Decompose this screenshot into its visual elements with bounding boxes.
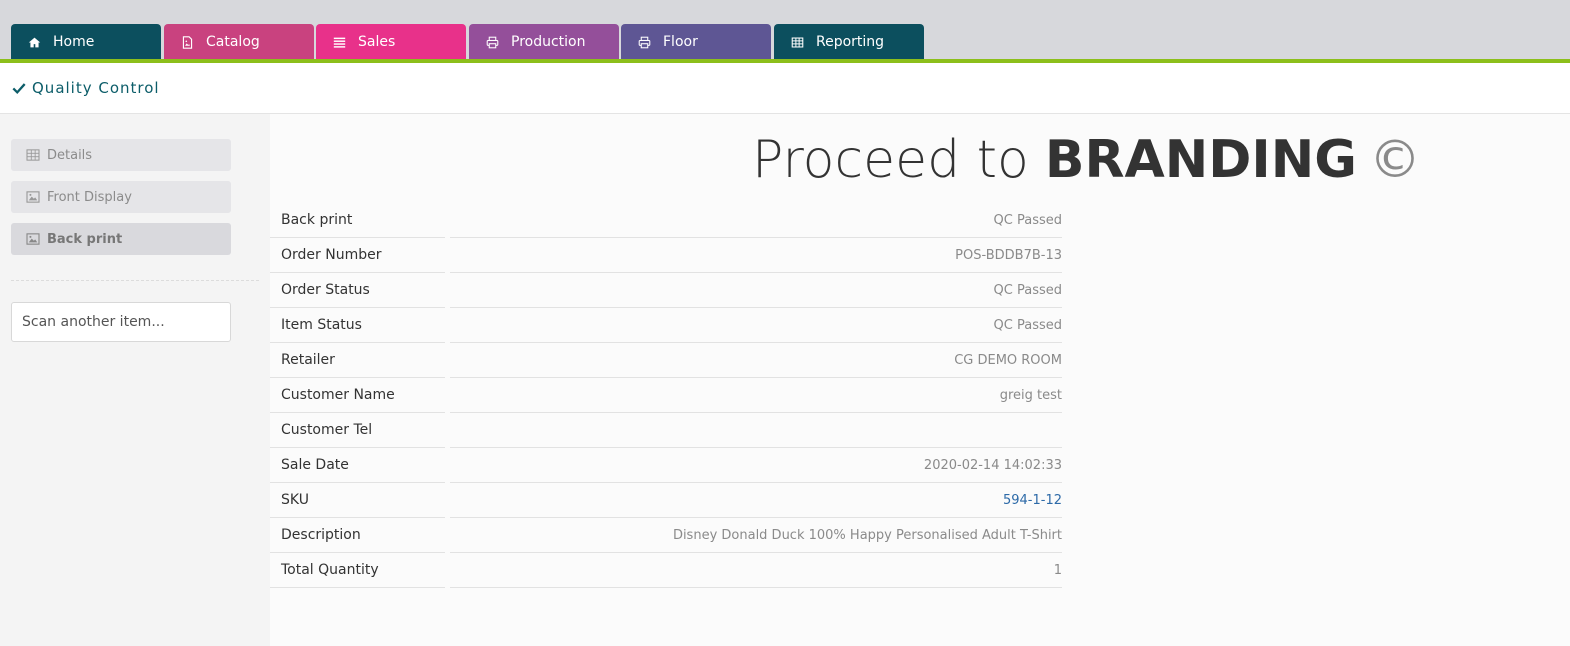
tab-label: Sales	[358, 34, 396, 50]
detail-row: Customer Name greig test	[270, 378, 1062, 413]
detail-row: Customer Tel	[270, 413, 1062, 448]
headline-prefix: Proceed to	[752, 130, 1029, 190]
details-button-label: Details	[47, 147, 93, 163]
tab-label: Floor	[663, 34, 698, 50]
detail-value: 2020-02-14 14:02:33	[923, 458, 1062, 473]
detail-label: Retailer	[281, 352, 335, 368]
list-icon	[332, 35, 346, 49]
table-icon	[26, 149, 40, 161]
back-print-button-label: Back print	[47, 231, 123, 247]
front-display-button[interactable]: Front Display	[11, 181, 231, 213]
tab-sales[interactable]: Sales	[316, 24, 466, 60]
tab-label: Production	[511, 34, 586, 50]
tab-label: Home	[53, 34, 95, 50]
detail-value: greig test	[999, 388, 1062, 403]
detail-value: QC Passed	[993, 213, 1062, 228]
detail-label: Back print	[281, 212, 353, 228]
tab-production[interactable]: Production	[469, 24, 619, 60]
detail-label: Customer Tel	[281, 422, 373, 438]
detail-value: POS-BDDB7B-13	[955, 248, 1062, 263]
image-icon	[26, 233, 40, 245]
top-nav-bar: Home Catalog Sales Production Floor Repo…	[0, 0, 1570, 60]
detail-label: Order Status	[281, 282, 370, 298]
detail-label: Description	[281, 527, 361, 543]
tab-reporting[interactable]: Reporting	[774, 24, 924, 60]
tab-label: Reporting	[816, 34, 885, 50]
check-icon	[12, 81, 26, 95]
detail-value: Disney Donald Duck 100% Happy Personalis…	[672, 528, 1062, 543]
detail-value: QC Passed	[993, 318, 1062, 333]
sidebar: Details Front Display Back print	[0, 114, 270, 646]
detail-row: Item Status QC Passed	[270, 308, 1062, 343]
row-divider	[270, 587, 445, 588]
detail-value: QC Passed	[993, 283, 1062, 298]
sidebar-divider	[11, 280, 259, 281]
detail-row: Back print QC Passed	[270, 203, 1062, 238]
page-header: Quality Control	[0, 63, 1570, 114]
scan-item-input[interactable]	[11, 302, 231, 342]
home-icon	[27, 35, 41, 49]
file-image-icon	[180, 35, 194, 49]
details-button[interactable]: Details	[11, 139, 231, 171]
detail-row: Retailer CG DEMO ROOM	[270, 343, 1062, 378]
detail-label: Total Quantity	[281, 562, 379, 578]
copyright-icon: ©	[1368, 130, 1421, 190]
tab-catalog[interactable]: Catalog	[164, 24, 314, 60]
detail-label: Item Status	[281, 317, 362, 333]
row-divider	[450, 587, 1062, 588]
image-icon	[26, 191, 40, 203]
detail-label: Order Number	[281, 247, 382, 263]
detail-row: Sale Date 2020-02-14 14:02:33	[270, 448, 1062, 483]
back-print-button[interactable]: Back print	[11, 223, 231, 255]
sku-link[interactable]: 594-1-12	[1003, 483, 1062, 518]
front-display-button-label: Front Display	[47, 189, 132, 205]
detail-label: Sale Date	[281, 457, 349, 473]
proceed-headline: Proceed to BRANDING ©	[752, 130, 1421, 190]
headline-destination: BRANDING	[1044, 130, 1357, 190]
tab-home[interactable]: Home	[11, 24, 161, 60]
tab-floor[interactable]: Floor	[621, 24, 771, 60]
main-content: Proceed to BRANDING © Back print QC Passe…	[270, 114, 1570, 646]
detail-label: SKU	[281, 492, 309, 508]
tab-label: Catalog	[206, 34, 260, 50]
detail-row: Total Quantity 1	[270, 553, 1062, 588]
detail-row: Description Disney Donald Duck 100% Happy…	[270, 518, 1062, 553]
detail-row: Order Number POS-BDDB7B-13	[270, 238, 1062, 273]
page-title: Quality Control	[32, 79, 160, 97]
printer-icon	[485, 35, 499, 49]
table-icon	[790, 35, 804, 49]
detail-value: CG DEMO ROOM	[954, 353, 1062, 368]
detail-row: SKU 594-1-12	[270, 483, 1062, 518]
detail-value: 1	[1053, 563, 1062, 578]
detail-label: Customer Name	[281, 387, 395, 403]
detail-row: Order Status QC Passed	[270, 273, 1062, 308]
printer-icon	[637, 35, 651, 49]
